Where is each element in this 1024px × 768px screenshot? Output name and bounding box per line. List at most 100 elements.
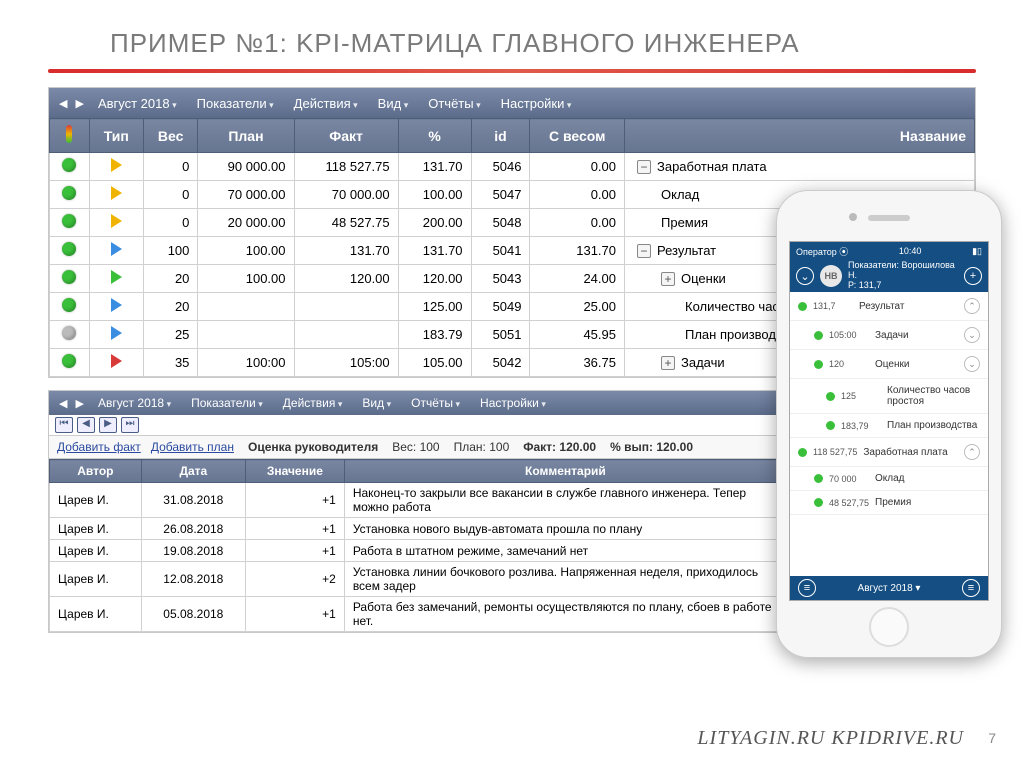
col-header[interactable]: С весом [530,119,625,153]
list-item[interactable]: 125Количество часов простоя [790,379,988,414]
list-item[interactable]: 120Оценки⌄ [790,350,988,379]
status-dot [798,302,807,311]
status-dot [826,392,835,401]
col-header[interactable]: Тип [89,119,143,153]
fact-label: Факт: [523,440,556,454]
list-item[interactable]: 48 527,75Премия [790,491,988,515]
avatar[interactable]: НВ [820,265,842,287]
col-header[interactable]: Название [625,119,975,153]
chevron-up-icon[interactable]: ⌃ [964,298,980,314]
item-value: 118 527,75 [813,447,857,457]
table-row[interactable]: Царев И.12.08.2018+2Установка линии бочк… [50,562,787,597]
phone-list[interactable]: 131,7Результат⌃105:00Задачи⌄120Оценки⌄12… [790,292,988,576]
footer-right-button[interactable]: ≡ [962,579,980,597]
phone-screen: Оператор ⦿ 10:40 ▮▯ ⌄ НВ Показатели: Вор… [789,241,989,601]
col-header[interactable] [50,119,90,153]
menu-settings[interactable]: Настройки [491,96,582,111]
period-dropdown[interactable]: Август 2018 [88,396,181,410]
item-value: 105:00 [829,330,869,340]
menu-settings[interactable]: Настройки [470,396,556,410]
icon-toolbar: ⏮ ◀ ▶ ⏭ [49,415,787,436]
fact-value: 120.00 [559,440,596,454]
phone-mockup: Оператор ⦿ 10:40 ▮▯ ⌄ НВ Показатели: Вор… [776,190,1002,658]
back-button[interactable]: ⌄ [796,267,814,285]
table-row[interactable]: Царев И.19.08.2018+1Работа в штатном реж… [50,540,787,562]
item-name: Результат [859,301,958,312]
chevron-down-icon[interactable]: ⌄ [964,356,980,372]
period-dropdown[interactable]: Август 2018 [88,96,187,111]
phone-time: 10:40 [899,246,922,256]
item-name: Количество часов простоя [887,385,980,407]
table-row[interactable]: Царев И.05.08.2018+1Работа без замечаний… [50,597,787,632]
status-dot [62,242,76,256]
table-row[interactable]: Царев И.26.08.2018+1Установка нового выд… [50,518,787,540]
nav-last-icon[interactable]: ⏭ [121,417,139,433]
chevron-down-icon[interactable]: ⌄ [964,327,980,343]
type-icon [111,298,122,312]
status-dot [62,214,76,228]
list-item[interactable]: 183,79План производства [790,414,988,438]
page-number: 7 [988,730,996,746]
col-header[interactable]: % [398,119,471,153]
nav-prev-icon[interactable]: ◀ [77,417,95,433]
list-item[interactable]: 70 000Оклад [790,467,988,491]
menu-actions[interactable]: Действия [284,96,368,111]
status-dot [62,270,76,284]
menu-reports[interactable]: Отчёты [401,396,470,410]
next-period-button[interactable]: ▶ [71,397,87,410]
footer-left-button[interactable]: ≡ [798,579,816,597]
menu-view[interactable]: Вид [368,96,419,111]
add-plan-link[interactable]: Добавить план [151,440,234,454]
col-header[interactable]: Факт [294,119,398,153]
app-footer: ≡ Август 2018 ▾ ≡ [790,576,988,600]
phone-statusbar: Оператор ⦿ 10:40 ▮▯ [790,242,988,260]
col-header[interactable]: Комментарий [344,460,786,483]
prev-period-button[interactable]: ◀ [55,397,71,410]
app-header: ⌄ НВ Показатели: Ворошилова Н. Р: 131,7 … [790,260,988,292]
list-item[interactable]: 131,7Результат⌃ [790,292,988,321]
nav-next-icon[interactable]: ▶ [99,417,117,433]
home-button[interactable] [869,607,909,647]
detail-panel: ◀ ▶ Август 2018 Показатели Действия Вид … [48,390,788,633]
col-header[interactable]: Автор [50,460,142,483]
menu-view[interactable]: Вид [352,396,401,410]
nav-first-icon[interactable]: ⏮ [55,417,73,433]
item-name: Премия [875,497,980,508]
next-period-button[interactable]: ▶ [71,97,87,110]
expand-icon[interactable]: + [661,356,675,370]
plan-value: 100 [489,440,509,454]
status-dot [62,186,76,200]
menu-reports[interactable]: Отчёты [418,96,490,111]
item-name: Оклад [875,473,980,484]
list-item[interactable]: 118 527,75Заработная плата⌃ [790,438,988,467]
item-name: Задачи [875,330,958,341]
col-header[interactable]: Вес [143,119,198,153]
table-row[interactable]: Царев И.31.08.2018+1Наконец-то закрыли в… [50,483,787,518]
expand-icon[interactable]: + [661,272,675,286]
col-header[interactable]: План [198,119,294,153]
col-header[interactable]: Дата [141,460,245,483]
list-item[interactable]: 105:00 Задачи ⌄ [790,321,988,350]
menu-actions[interactable]: Действия [273,396,353,410]
expand-icon[interactable]: − [637,160,651,174]
prev-period-button[interactable]: ◀ [55,97,71,110]
item-name: План производства [887,420,980,431]
add-button[interactable]: + [964,267,982,285]
chevron-up-icon[interactable]: ⌃ [964,444,980,460]
detail-title: Оценка руководителя [248,440,378,454]
footer-period[interactable]: Август 2018 [858,583,913,594]
app-header-line2: Р: 131,7 [848,281,958,291]
col-header[interactable]: id [471,119,530,153]
footer-sites: LITYAGIN.RU KPIDRIVE.RU [697,727,964,750]
toolbar: ◀ ▶ Август 2018 Показатели Действия Вид … [49,88,975,118]
weight-value: 100 [420,440,440,454]
plan-label: План: [454,440,486,454]
menu-indicators[interactable]: Показатели [181,396,273,410]
type-icon [111,158,122,172]
menu-indicators[interactable]: Показатели [187,96,284,111]
add-fact-link[interactable]: Добавить факт [57,440,141,454]
expand-icon[interactable]: − [637,244,651,258]
table-row[interactable]: 090 000.00118 527.75131.7050460.00−Зараб… [50,153,975,181]
detail-summary: Добавить факт Добавить план Оценка руков… [49,436,787,459]
col-header[interactable]: Значение [245,460,344,483]
